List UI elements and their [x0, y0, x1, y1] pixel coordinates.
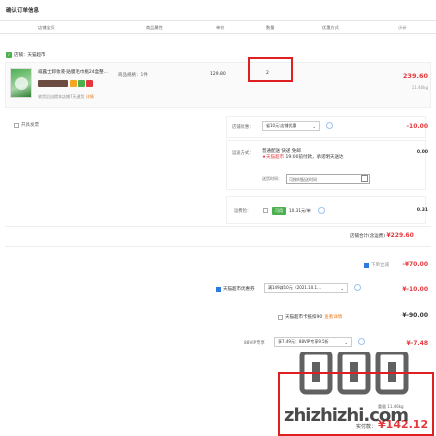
service-icon — [78, 80, 85, 87]
product-name[interactable]: 威露士卸妆液·贴膜毛巾瓶24盒整... — [38, 70, 110, 76]
instant-discount-amount: -¥70.00 — [402, 261, 428, 268]
product-spec: 商品规格：1件 — [118, 73, 148, 78]
coupon-amount: ¥-10.00 — [402, 286, 428, 293]
help-icon[interactable] — [354, 284, 361, 291]
product-service-icons — [70, 80, 93, 87]
product-note: 收货后自提本店铺7天退货 详情 — [38, 94, 94, 100]
col-qty: 数量 — [266, 25, 275, 30]
product-note-link[interactable]: 详情 — [86, 94, 94, 99]
col-discount: 优惠方式 — [322, 25, 339, 30]
shipping-label: 运送方式： — [232, 151, 254, 156]
invoice-checkbox[interactable] — [14, 122, 19, 128]
help-icon[interactable] — [326, 122, 333, 129]
delivery-time-input[interactable]: 可按时配送时间 — [286, 174, 370, 184]
store-header: ✓ 店铺：天猫超市 — [6, 52, 46, 58]
col-subtotal: 小计 — [398, 25, 407, 30]
column-header: 店铺宝贝 商品属性 单价 数量 优惠方式 小计 — [0, 20, 436, 34]
shipping-info: 普通配送 快递 免邮 ★天猫超市 19:00前付款，承诺明天送达 — [262, 149, 343, 161]
coupon-checkbox[interactable] — [216, 286, 221, 292]
delivery-time-label: 送货时间： — [262, 176, 282, 181]
card-amount: ¥-90.00 — [402, 312, 428, 319]
store-coupon-amount: -10.00 — [406, 123, 428, 130]
chevron-down-icon: ⌄ — [312, 123, 316, 129]
coupon-select-value: 满149减10元（2021.10.1... — [268, 285, 321, 290]
product-thumbnail[interactable] — [10, 68, 32, 98]
product-note-text: 收货后自提本店铺7天退货 — [38, 94, 85, 99]
col-price: 单价 — [216, 25, 225, 30]
insurance-label: 运费险： — [234, 209, 252, 214]
discount-row-instant: 下单立减 — [364, 262, 389, 268]
store-coupon-select[interactable]: 省10元:店铺优惠 ⌄ — [262, 121, 320, 131]
vip-label: 88VIP专享 — [244, 341, 265, 346]
insurance-amount: 0.31 — [416, 208, 428, 213]
col-attr: 商品属性 — [146, 25, 163, 30]
instant-discount-checkbox[interactable] — [364, 262, 369, 268]
store-coupon-value: 省10元:店铺优惠 — [266, 123, 297, 128]
quantity-value[interactable]: 2 — [266, 71, 269, 76]
store-coupon-label: 店铺优惠： — [232, 125, 254, 130]
shipping-store: ★天猫超市 — [262, 155, 285, 160]
card-detail-link[interactable]: 查看详情 — [324, 314, 342, 320]
service-icon — [86, 80, 93, 87]
watermark-text: zhizhizhi.com — [284, 405, 409, 426]
vip-amount: ¥-7.48 — [406, 340, 428, 347]
item-subtotal: 239.60 — [402, 72, 428, 80]
service-icon — [70, 80, 77, 87]
calendar-icon[interactable] — [361, 175, 368, 182]
unit-price: 129.80 — [210, 72, 226, 77]
invoice-label: 开具发票 — [21, 123, 39, 128]
insurance-text: 10.31元/单 — [289, 208, 311, 213]
instant-discount-label: 下单立减 — [371, 263, 389, 268]
help-icon[interactable] — [318, 207, 325, 214]
item-weight: 11.46kg — [411, 85, 428, 90]
coupon-select[interactable]: 满149减10元（2021.10.1... ⌄ — [264, 283, 348, 293]
page-title: 确认订单信息 — [6, 8, 40, 14]
store-name[interactable]: 店铺：天猫超市 — [14, 52, 46, 58]
help-icon[interactable] — [358, 338, 365, 345]
shipping-promise: 19:00前付款，承诺明天送达 — [285, 155, 344, 160]
vip-select[interactable]: 享7.49元：88VIP专享9.5折 ⌄ — [274, 337, 352, 347]
insurance-panel — [226, 196, 426, 224]
shipping-amount: 0.00 — [416, 150, 428, 155]
insurance-checkbox[interactable] — [263, 208, 268, 213]
product-tag-bar — [38, 80, 68, 87]
coupon-label: 天猫超市优惠券 — [223, 287, 255, 292]
order-item-row — [5, 62, 431, 108]
chevron-down-icon: ⌄ — [344, 339, 348, 345]
invoice-option[interactable]: 开具发票 — [14, 122, 39, 128]
card-label: 天猫超市卡抵扣90 — [285, 315, 323, 320]
vip-select-value: 享7.49元：88VIP专享9.5折 — [278, 339, 329, 344]
insurance-badge: 可用 — [272, 207, 286, 215]
chevron-down-icon: ⌄ — [340, 285, 344, 291]
divider — [5, 226, 431, 227]
divider — [5, 246, 431, 247]
store-check-icon[interactable]: ✓ — [6, 52, 12, 58]
discount-row-card: 天猫超市卡抵扣90 查看详情 — [278, 314, 342, 320]
col-item: 店铺宝贝 — [38, 25, 55, 30]
store-total-value: ¥229.60 — [386, 232, 414, 239]
quantity-highlight — [248, 57, 293, 82]
store-total: 店铺合计(含运费) ¥229.60 — [350, 232, 414, 239]
discount-row-coupon: 天猫超市优惠券 — [216, 286, 255, 292]
store-total-label: 店铺合计(含运费) — [350, 234, 386, 239]
card-checkbox[interactable] — [278, 314, 283, 320]
